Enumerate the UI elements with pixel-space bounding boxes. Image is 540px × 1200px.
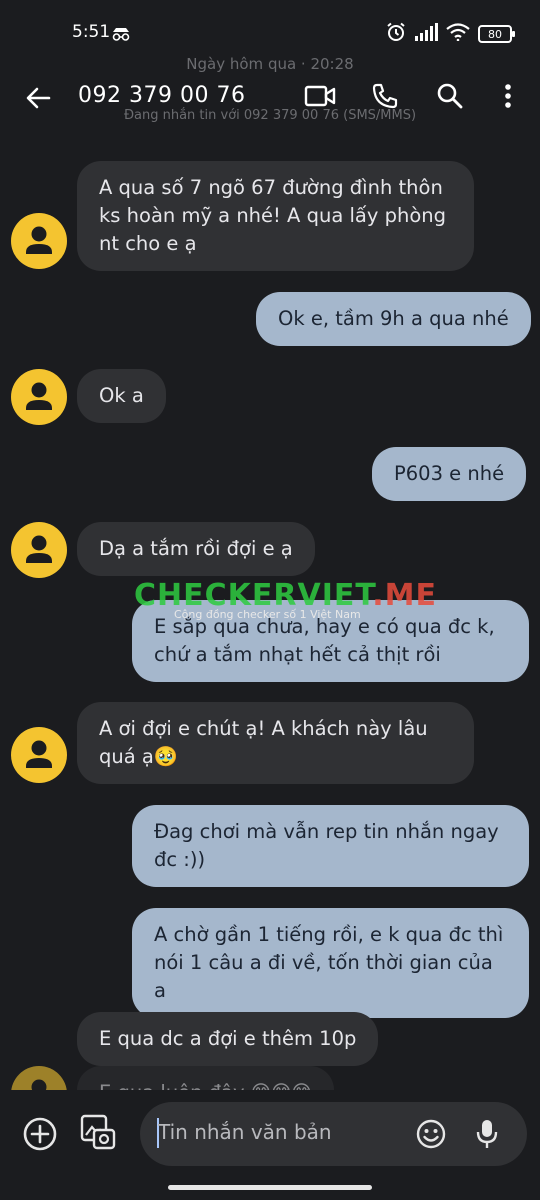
phone-icon[interactable] <box>369 80 401 112</box>
gesture-nav-handle[interactable] <box>168 1185 372 1190</box>
person-icon[interactable] <box>11 727 67 783</box>
person-icon[interactable] <box>11 213 67 269</box>
message-bubble[interactable]: Đag chơi mà vẫn rep tin nhắn ngay đc :)) <box>132 805 529 887</box>
message-bubble[interactable]: Ok e, tầm 9h a qua nhé <box>256 292 531 346</box>
message-bubble[interactable]: A qua số 7 ngõ 67 đường đình thôn ks hoà… <box>77 161 474 271</box>
message-bubble[interactable]: E qua dc a đợi e thêm 10p <box>77 1012 379 1066</box>
message-bubble[interactable]: A chờ gần 1 tiếng rồi, e k qua đc thì nó… <box>132 908 529 1018</box>
status-time: 5:51 <box>72 22 111 42</box>
mic-icon[interactable] <box>476 1119 498 1153</box>
message-bubble[interactable]: A ơi đợi e chút ạ! A khách này lâu quá ạ… <box>77 702 474 784</box>
gallery-icon[interactable] <box>80 1114 116 1156</box>
contact-name[interactable]: 092 379 00 76 <box>78 83 245 108</box>
signal-icon <box>414 23 438 45</box>
incognito-icon <box>111 26 131 45</box>
message-bubble[interactable]: P603 e nhé <box>372 447 527 501</box>
app-bar: 092 379 00 76 <box>0 70 540 124</box>
battery-indicator: 80 <box>478 25 515 43</box>
compose-bar <box>0 1090 540 1180</box>
message-input[interactable] <box>158 1120 408 1144</box>
watermark-tagline: Cộng đồng checker số 1 Việt Nam <box>174 608 361 621</box>
more-vert-icon[interactable] <box>492 80 524 112</box>
message-bubble[interactable]: Dạ a tắm rồi đợi e ạ <box>77 522 315 576</box>
person-icon[interactable] <box>11 522 67 578</box>
person-icon[interactable] <box>11 369 67 425</box>
emoji-icon[interactable] <box>416 1119 446 1153</box>
message-bubble[interactable]: Ok a <box>77 369 166 423</box>
wifi-icon <box>446 23 470 45</box>
back-arrow-icon[interactable] <box>22 82 54 114</box>
compose-field[interactable] <box>140 1102 527 1166</box>
search-icon[interactable] <box>434 80 466 112</box>
add-circle-icon[interactable] <box>22 1116 58 1156</box>
alarm-icon <box>386 22 406 46</box>
video-call-icon[interactable] <box>304 80 336 112</box>
